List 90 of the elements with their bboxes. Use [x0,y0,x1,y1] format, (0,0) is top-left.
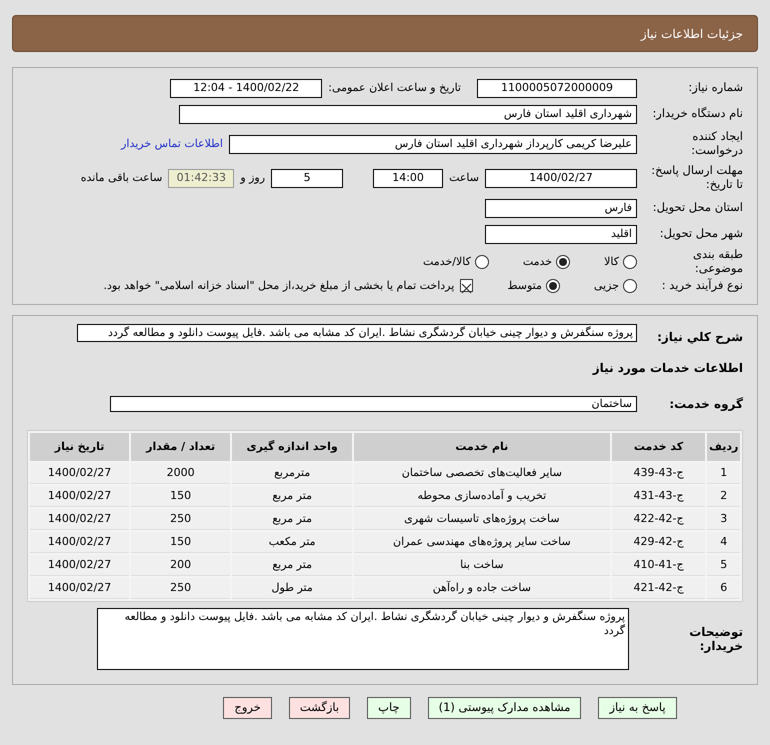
table-cell: 2000 [131,463,230,484]
table-cell: متر طول [232,578,352,600]
column-header: نام خدمت [354,433,610,462]
action-button[interactable]: پاسخ به نیاز [598,697,677,720]
table-cell: 200 [131,555,230,576]
page-title: جزئیات اطلاعات نیاز [640,26,743,42]
checkbox[interactable] [460,279,474,292]
table-cell: مترمربع [232,463,352,484]
deadline-date-field: 1400/02/27 [485,168,637,188]
action-button[interactable]: مشاهده مدارک پیوستی (1) [428,697,582,720]
payment-note: پرداخت تمام یا بخشی از مبلغ خرید،از محل "اسناد خزانه اسلامی" خواهد بود. [104,278,454,294]
table-cell: 250 [131,509,230,530]
buyer-notes-text: پروژه سنگفرش و دیوار چینی خیابان گردشگری نشاط .ایران کد مشابه می باشد .فایل پیوست دانلود و مطالعه گردد [97,608,629,670]
table-cell: تخریب و آماده‌سازی محوطه [354,486,610,508]
field-label: شهر محل تحویل: [658,227,743,241]
table-cell: ج-42-421 [612,578,706,600]
action-button[interactable]: چاپ [367,697,411,720]
action-button[interactable]: خروج [223,697,272,720]
field-label: شرح کلي نياز: [656,329,743,344]
table-cell: 1400/02/27 [30,463,130,484]
service-group-field: ساختمان [110,396,637,412]
field-label: طبقه بندی موضوعی: [692,248,743,276]
table-cell: متر مربع [232,509,352,530]
field-label: روز و [240,170,266,186]
days-field: 5 [271,168,344,188]
table-cell: ساخت سایر پروژه‌های مهندسی عمران [354,532,610,554]
column-header: تعداد / مقدار [131,433,230,462]
table-cell: متر مکعب [232,532,352,554]
description-text: پروژه سنگفرش و دیوار چینی خیابان گردشگری نشاط .ایران کد مشابه می باشد .فایل پیوست دانلود و مطالعه گردد [77,324,637,342]
deadline-time-field: 14:00 [373,168,444,188]
table-cell: ساخت بنا [354,555,610,576]
field-label: نام دستگاه خریدار: [651,107,743,121]
field-label: ایجاد کننده درخواست: [690,130,743,158]
city-field: اقلید [485,224,637,244]
table-cell: 1400/02/27 [30,486,130,508]
buyer-org-field: شهرداری اقلید استان فارس [179,104,637,124]
radio-button[interactable] [623,254,637,269]
creator-field: علیرضا کریمی کارپرداز شهرداری اقلید استان فارس [229,134,637,154]
need-number-field: 1100005072000009 [477,78,637,98]
radio-button[interactable] [623,278,637,293]
table-cell: متر مربع [232,555,352,576]
column-header: واحد اندازه گیری [232,433,352,462]
announce-date-field: 1400/02/22 - 12:04 [170,78,322,98]
column-header: ردیف [707,433,740,462]
table-cell: ج-41-410 [612,555,706,576]
option-label: کالا/خدمت [423,254,471,270]
table-cell: ساخت پروژه‌های تاسیسات شهری [354,509,610,530]
remaining-time-field: 01:42:33 [168,168,234,188]
table-cell: 5 [707,555,740,576]
table-cell: متر مربع [232,486,352,508]
table-cell: 1400/02/27 [30,578,130,600]
table-cell: 1400/02/27 [30,532,130,554]
field-label: استان محل تحویل: [652,201,743,215]
table-cell: سایر فعالیت‌های تخصصی ساختمان [354,463,610,484]
province-field: فارس [485,198,637,218]
option-label: کالا [604,254,619,270]
table-cell: ج-43-439 [612,463,706,484]
field-label: مهلت ارسال پاسخ: تا تاریخ: [650,164,743,192]
table-cell: 1400/02/27 [30,555,130,576]
contact-link[interactable]: اطلاعات تماس خریدار [121,136,223,152]
action-button[interactable]: بازگشت [288,697,350,720]
table-cell: 1400/02/27 [30,509,130,530]
field-label: شماره نیاز: [687,81,743,95]
field-label: نوع فرآیند خرید : [660,278,743,293]
field-label: ساعت باقی مانده [80,170,162,186]
table-cell: ج-42-422 [612,509,706,530]
option-label: متوسط [507,278,542,294]
table-cell: ساخت جاده و راه‌آهن [354,578,610,600]
field-label: ساعت [449,170,479,186]
field-label: تاریخ و ساعت اعلان عمومی: [328,80,461,96]
table-cell: 4 [707,532,740,554]
table-cell: 2 [707,486,740,508]
option-label: جزیی [594,278,619,294]
table-cell: 150 [131,532,230,554]
column-header: کد خدمت [612,433,706,462]
table-cell: 6 [707,578,740,600]
option-label: خدمت [522,254,552,270]
radio-button[interactable] [546,278,560,293]
section-title: اطلاعات خدمات مورد نیاز [592,360,743,378]
table-cell: ج-43-431 [612,486,706,508]
radio-button[interactable] [556,254,570,269]
radio-button[interactable] [474,254,489,269]
column-header: تاریخ نیاز [30,433,130,462]
table-cell: 3 [707,509,740,530]
table-cell: 1 [707,463,740,484]
table-cell: 250 [131,578,230,600]
field-label: توضیحات خریدار: [688,624,743,654]
table-cell: 150 [131,486,230,508]
field-label: گروه خدمت: [668,396,743,412]
table-cell: ج-42-429 [612,532,706,554]
